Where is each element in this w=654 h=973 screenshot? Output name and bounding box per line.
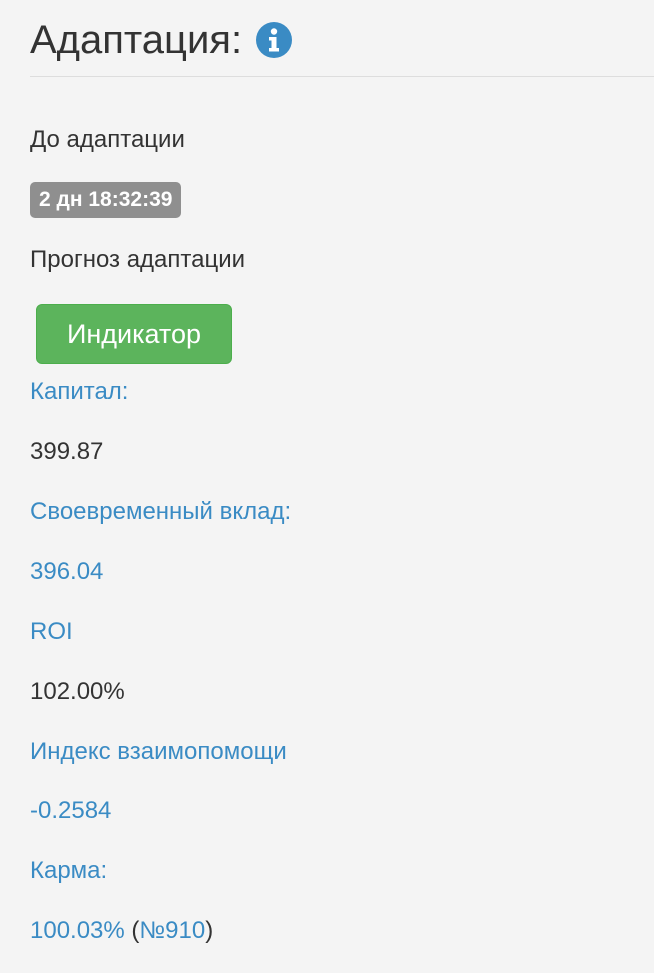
adaptation-forecast-label: Прогноз адаптации bbox=[30, 246, 246, 273]
timely-deposit-value[interactable]: 396.04 bbox=[30, 557, 103, 587]
before-adaptation-label: До адаптации bbox=[30, 126, 185, 153]
info-icon[interactable] bbox=[256, 22, 293, 58]
karma-label[interactable]: Карма: bbox=[30, 856, 107, 886]
mutual-aid-index-value[interactable]: -0.2584 bbox=[30, 796, 111, 826]
countdown-badge: 2 дн 18:32:39 bbox=[30, 182, 182, 218]
karma-rank[interactable]: №910 bbox=[139, 917, 205, 944]
capital-label[interactable]: Капитал: bbox=[30, 377, 128, 407]
timely-deposit-label[interactable]: Своевременный вклад: bbox=[30, 497, 291, 527]
indicator-button[interactable]: Индикатор bbox=[36, 304, 232, 364]
karma-value[interactable]: 100.03% bbox=[30, 917, 125, 944]
karma-rank-close: ) bbox=[205, 917, 214, 944]
roi-label[interactable]: ROI bbox=[30, 617, 73, 647]
karma-row: 100.03% (№910) bbox=[30, 916, 213, 946]
header-divider bbox=[30, 76, 654, 77]
mutual-aid-index-label[interactable]: Индекс взаимопомощи bbox=[30, 737, 287, 767]
page-title: Адаптация: bbox=[30, 18, 243, 62]
capital-value: 399.87 bbox=[30, 438, 104, 465]
page-header: Адаптация: bbox=[30, 12, 293, 68]
roi-value: 102.00% bbox=[30, 678, 125, 705]
karma-rank-open: ( bbox=[124, 917, 140, 944]
